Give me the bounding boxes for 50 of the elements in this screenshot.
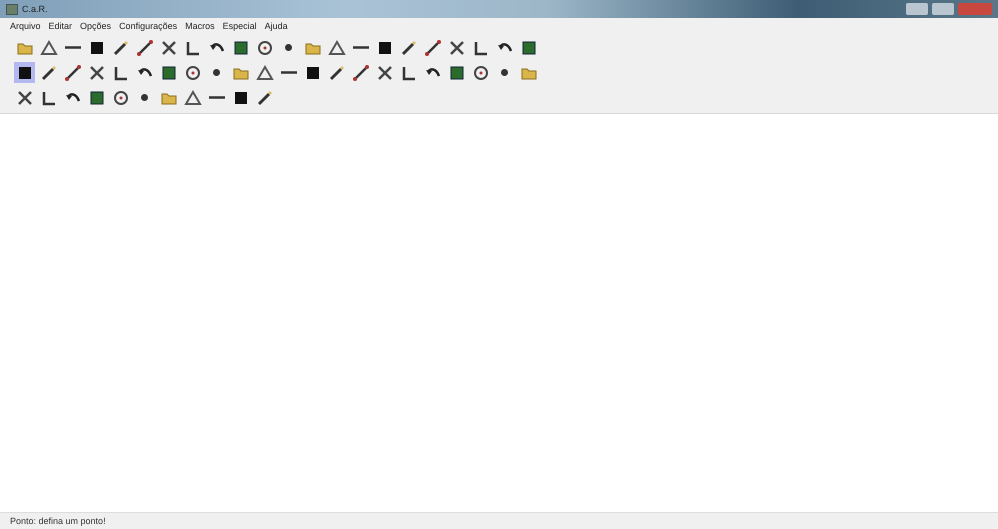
tool-button[interactable] (350, 62, 371, 83)
line-icon (352, 64, 370, 82)
menu-item[interactable]: Configurações (119, 20, 178, 30)
dash-icon (64, 46, 82, 49)
line-icon (136, 38, 154, 56)
dot-icon (501, 69, 508, 76)
tool-button[interactable] (62, 62, 83, 83)
tool-button[interactable] (14, 62, 35, 83)
dot-icon (213, 69, 220, 76)
menu-item[interactable]: Editar (48, 20, 72, 30)
circle-icon (184, 64, 202, 82)
dash-icon (208, 96, 226, 99)
circle-icon (256, 38, 274, 56)
menu-item[interactable]: Arquivo (10, 20, 41, 30)
tool-button[interactable] (422, 37, 443, 58)
tool-button[interactable] (134, 37, 155, 58)
window-title: C.a.R. (22, 4, 48, 14)
block-icon (160, 64, 178, 82)
cross-icon (88, 64, 106, 82)
block-icon (232, 38, 250, 56)
triangle-icon (256, 64, 274, 82)
status-text: Ponto: defina um ponto! (10, 516, 106, 526)
triangle-icon (184, 88, 202, 106)
app-icon (6, 4, 18, 14)
pencil-icon (328, 64, 346, 82)
dash-icon (280, 71, 298, 74)
cross-icon (376, 64, 394, 82)
pencil-icon (400, 38, 418, 56)
pencil-icon (40, 64, 58, 82)
circle-icon (472, 64, 490, 82)
cross-icon (448, 38, 466, 56)
menu-item[interactable]: Especial (222, 20, 257, 30)
dot-icon (141, 94, 148, 101)
triangle-icon (40, 38, 58, 56)
menu-item[interactable]: Ajuda (264, 20, 288, 30)
menu-item[interactable]: Macros (185, 20, 215, 30)
triangle-icon (328, 38, 346, 56)
block-icon (88, 88, 106, 106)
menu-item[interactable]: Opções (80, 20, 112, 30)
block-icon (448, 64, 466, 82)
dash-icon (352, 46, 370, 49)
line-icon (424, 38, 442, 56)
block-icon (520, 38, 538, 56)
line-icon (64, 64, 82, 82)
cross-icon (16, 88, 34, 106)
circle-icon (112, 88, 130, 106)
dot-icon (285, 44, 292, 51)
pencil-icon (112, 38, 130, 56)
pencil-icon (256, 88, 274, 106)
cross-icon (160, 38, 178, 56)
